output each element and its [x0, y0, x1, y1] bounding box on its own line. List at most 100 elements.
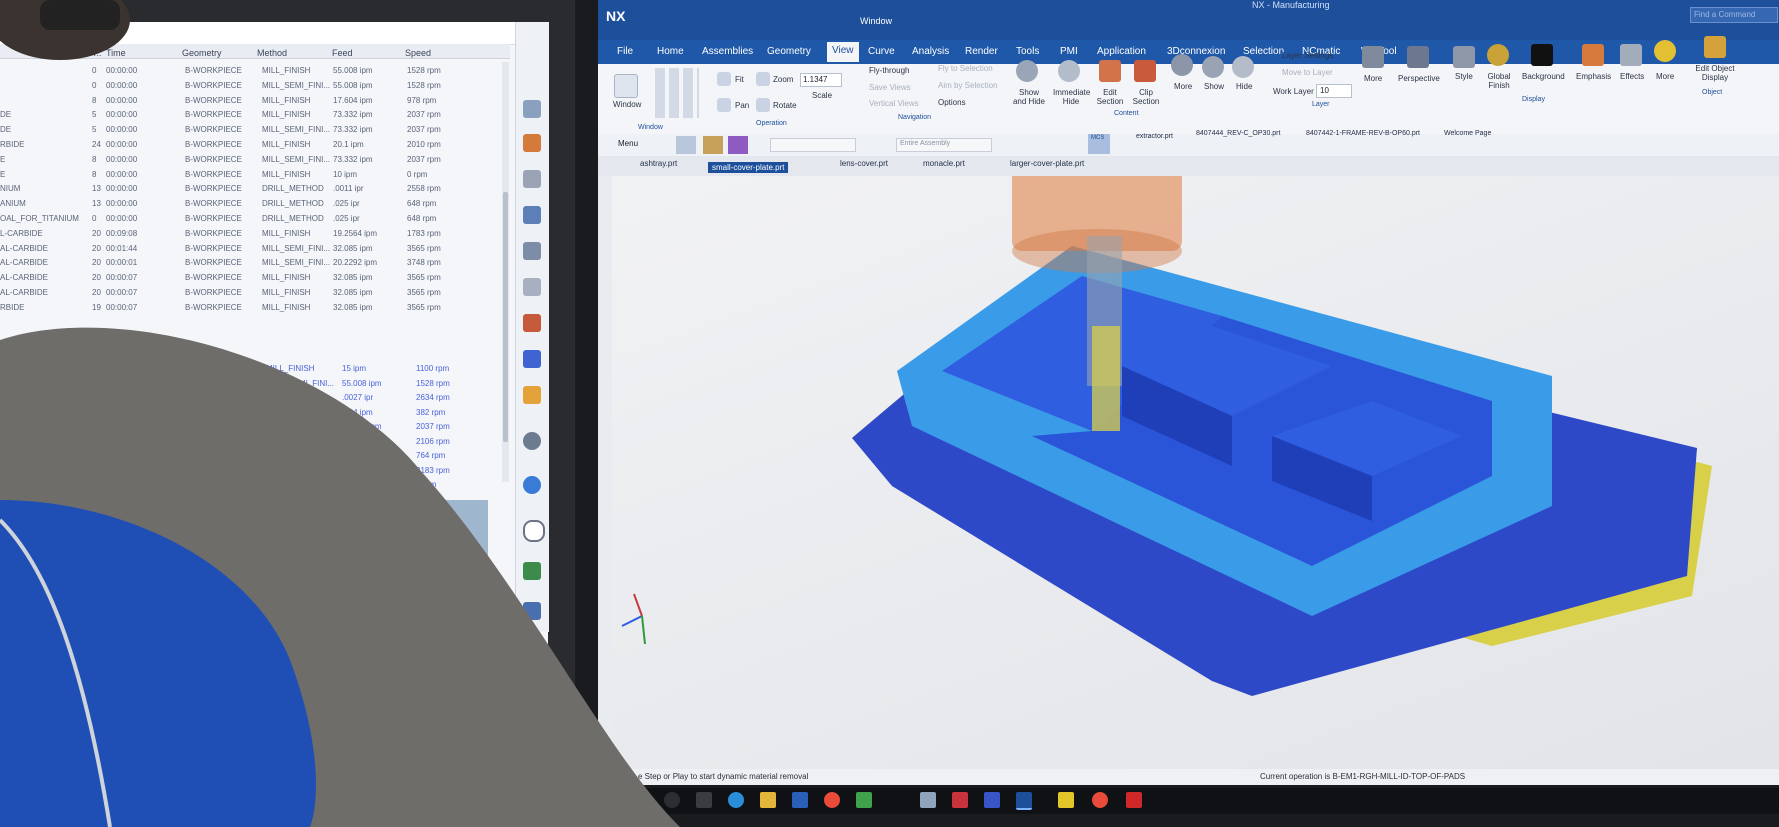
show-and-hide-label[interactable]: Show and Hide	[1012, 88, 1046, 106]
layout-grid-icons[interactable]	[655, 68, 699, 118]
edit-section-icon[interactable]	[1099, 60, 1121, 82]
menu-render[interactable]: Render	[965, 46, 998, 57]
col-t[interactable]: T..	[92, 48, 102, 58]
top-file-extractor[interactable]: extractor.prt	[1136, 133, 1173, 140]
more-layer-icon[interactable]	[1362, 46, 1384, 68]
table-row[interactable]: AL-CARBIDE 20 00:00:01 B-WORKPIECE MILL_SEMI…	[0, 256, 510, 270]
tab-small-cover-plate[interactable]: small-cover-plate.prt	[708, 162, 789, 173]
fly-to-selection-button[interactable]: Fly to Selection	[938, 64, 993, 73]
emphasis-label[interactable]: Emphasis	[1576, 72, 1611, 81]
table-scrollbar[interactable]	[502, 62, 509, 482]
menu-tools[interactable]: Tools	[1016, 46, 1039, 57]
options-button[interactable]: Options	[938, 98, 966, 107]
fit-label[interactable]: Fit	[735, 75, 744, 84]
mcs-icon[interactable]: MCS	[1088, 134, 1110, 154]
hide-icon[interactable]	[1232, 56, 1254, 78]
app2-icon[interactable]	[984, 792, 1000, 808]
vertical-views-button[interactable]: Vertical Views	[869, 99, 919, 108]
app-icon[interactable]	[920, 792, 936, 808]
zoom-label[interactable]: Zoom	[773, 75, 793, 84]
outlook-icon[interactable]	[792, 792, 808, 808]
table-row[interactable]: 5 rpm	[0, 478, 510, 492]
rotate-label[interactable]: Rotate	[773, 101, 797, 110]
menu-application[interactable]: Application	[1097, 46, 1146, 57]
constraint-navigator-icon[interactable]	[523, 134, 541, 152]
type-filter-select[interactable]	[770, 138, 856, 152]
work-layer-select[interactable]: 10	[1316, 84, 1352, 98]
scope-select[interactable]: Entire Assembly	[896, 138, 992, 152]
operation-navigator-icon[interactable]	[523, 206, 541, 224]
more-content-icon[interactable]	[1171, 54, 1193, 76]
menu-view[interactable]: View	[827, 42, 859, 62]
fit-icon[interactable]	[717, 72, 731, 86]
aim-by-selection-button[interactable]: Aim by Selection	[938, 81, 998, 90]
table-row[interactable]: RBIDE 24 00:00:00 B-WORKPIECE MILL_FINISH 20.…	[0, 138, 510, 152]
web-browser-icon[interactable]	[523, 350, 541, 368]
perspective-label[interactable]: Perspective	[1398, 74, 1440, 83]
tool-library-icon[interactable]	[523, 602, 541, 620]
background-label[interactable]: Background	[1522, 72, 1565, 81]
fly-through-button[interactable]: Fly-through	[869, 66, 909, 75]
edit-object-display-label[interactable]: Edit Object Display	[1692, 64, 1738, 82]
table-row[interactable]: MILL_FINISH 48.888 ipm 2037 rpm	[0, 420, 510, 434]
table-row[interactable]: NIUM 13 00:00:00 B-WORKPIECE DRILL_METHOD .00…	[0, 182, 510, 196]
table-row[interactable]: OAL_FOR_TITANIUM 0 00:00:00 B-WORKPIECE DRIL…	[0, 212, 510, 226]
table-row[interactable]: E 8 00:00:00 B-WORKPIECE MILL_SEMI_FINI... 73…	[0, 153, 510, 167]
menu-geometry[interactable]: Geometry	[767, 46, 811, 57]
notepad-icon[interactable]	[856, 792, 872, 808]
more-layer-label[interactable]: More	[1364, 74, 1382, 83]
table-row[interactable]: AL-CARBIDE 20 00:01:44 B-WORKPIECE MILL_SEMI…	[0, 242, 510, 256]
system-materials-icon[interactable]	[523, 432, 541, 450]
chrome-icon[interactable]	[824, 792, 840, 808]
table-row[interactable]: AL-CARBIDE 20 00:00:07 B-WORKPIECE MILL_FINI…	[0, 286, 510, 300]
table-row[interactable]: DRILL_METHOD .764 ipm 382 rpm	[0, 406, 510, 420]
table-row[interactable]: RBIDE 19 00:00:07 B-WORKPIECE MILL_FINISH 32.…	[0, 301, 510, 315]
background-icon[interactable]	[1531, 44, 1553, 66]
rotate-icon[interactable]	[756, 98, 770, 112]
menu-curve[interactable]: Curve	[868, 46, 895, 57]
table-row[interactable]: 0 00:00:00 B-WORKPIECE MILL_FINISH 55.008 ip…	[0, 64, 510, 78]
task-view-icon[interactable]	[696, 792, 712, 808]
more-display-label[interactable]: More	[1656, 72, 1674, 81]
more-content-label[interactable]: More	[1174, 82, 1192, 91]
menu-selection[interactable]: Selection	[1243, 46, 1284, 57]
style-label[interactable]: Style	[1455, 72, 1473, 81]
snip-icon[interactable]	[952, 792, 968, 808]
part-navigator-icon[interactable]	[523, 170, 541, 188]
hide-label[interactable]: Hide	[1236, 82, 1252, 91]
file-explorer-icon[interactable]	[760, 792, 776, 808]
search-icon[interactable]	[664, 792, 680, 808]
history-icon[interactable]	[523, 386, 541, 404]
table-row[interactable]: E 8 00:00:00 B-WORKPIECE MILL_FINISH 10 ipm 0 …	[0, 168, 510, 182]
menu-assemblies[interactable]: Assemblies	[702, 46, 753, 57]
edge-icon[interactable]	[728, 792, 744, 808]
table-row[interactable]: DE 5 00:00:00 B-WORKPIECE MILL_FINISH 73.332 …	[0, 108, 510, 122]
graphics-viewport[interactable]	[612, 176, 1779, 769]
window-label[interactable]: Window	[613, 100, 641, 109]
command-search[interactable]: Find a Command	[1690, 7, 1778, 23]
tab-ashtray[interactable]: ashtray.prt	[640, 159, 677, 168]
show-label[interactable]: Show	[1204, 82, 1224, 91]
window-icon[interactable]	[614, 74, 638, 98]
show-icon[interactable]	[1202, 56, 1224, 78]
machine-tool-navigator-icon[interactable]	[523, 242, 541, 260]
more-display-icon[interactable]	[1654, 40, 1676, 62]
style-icon[interactable]	[1453, 46, 1475, 68]
role-icon[interactable]	[523, 562, 541, 580]
effects-label[interactable]: Effects	[1620, 72, 1644, 81]
acrobat-icon[interactable]	[1126, 792, 1142, 808]
pan-label[interactable]: Pan	[735, 101, 749, 110]
tab-larger-cover-plate[interactable]: larger-cover-plate.prt	[1010, 159, 1084, 168]
perspective-icon[interactable]	[1407, 46, 1429, 68]
tab-lens-cover[interactable]: lens-cover.prt	[840, 159, 888, 168]
scale-input[interactable]: 1.1347	[800, 73, 842, 87]
menu-analysis[interactable]: Analysis	[912, 46, 949, 57]
save-views-button[interactable]: Save Views	[869, 83, 911, 92]
col-speed[interactable]: Speed	[405, 48, 431, 58]
table-row[interactable]: 00:00:00 A-WORKPIECE MILL_SEMI_FINI... 55.0…	[0, 377, 510, 391]
pan-icon[interactable]	[717, 98, 731, 112]
table-row[interactable]: DRILL_METHOD .0009 ipr 2106 rpm	[0, 435, 510, 449]
edit-section-label[interactable]: Edit Section	[1094, 88, 1126, 106]
scrollbar-thumb[interactable]	[503, 192, 508, 442]
table-row[interactable]: 23 00:04:30 A-WORKPIECE MILL_FINISH 15 ipm 11…	[0, 362, 510, 376]
